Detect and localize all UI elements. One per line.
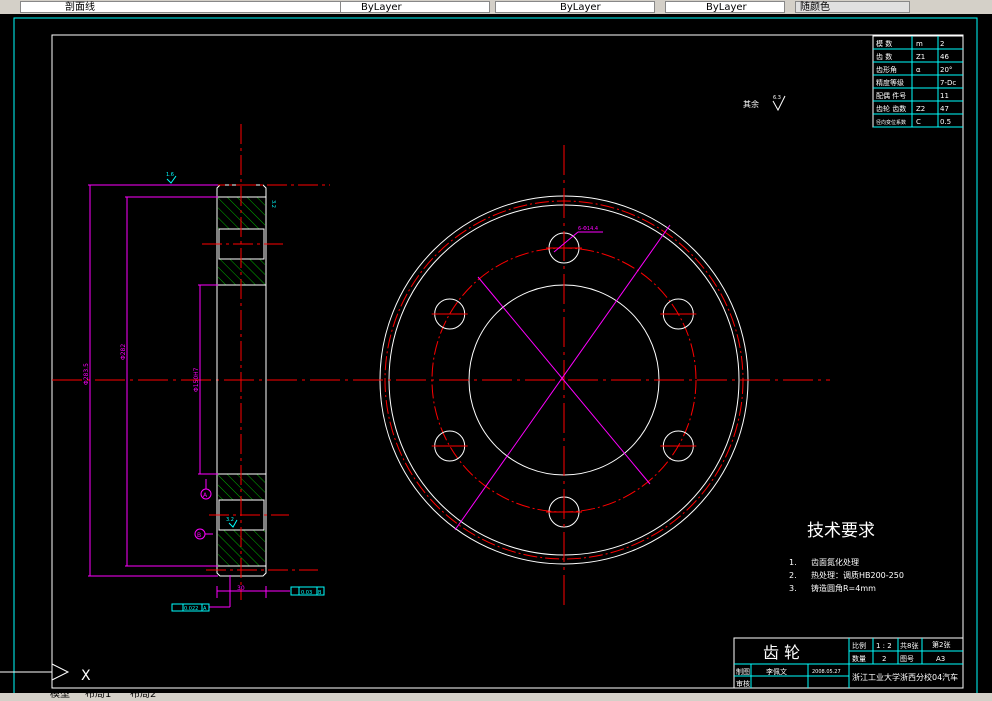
param-cell: 11 — [940, 92, 949, 100]
param-cell: 齿 数 — [876, 52, 892, 61]
param-cell: m — [916, 40, 923, 48]
runout-value: 0.022 — [184, 606, 198, 612]
ucs-icon — [0, 663, 70, 681]
toolbar: 剖面线 ByLayer ByLayer ByLayer 随颜色 — [0, 0, 992, 14]
tech-item-number: 2. — [789, 571, 797, 580]
drawn-label: 制图 — [736, 667, 750, 676]
param-cell: 配偶 件号 — [876, 91, 906, 100]
tech-item-number: 1. — [789, 558, 797, 567]
parallel-value: 0.03 — [301, 590, 312, 596]
top-roughness: 1.6 — [166, 172, 174, 178]
qty-value: 2 — [882, 655, 886, 663]
drawing-canvas[interactable]: 模 数 m 2 齿 数 Z1 46 齿形角 α 20° 精度等级 7-Dc 配偶 件号 11 齿轮 齿数 Z… — [0, 9, 992, 693]
qty-label: 数量 — [852, 654, 866, 663]
tech-item-text: 铸造圆角R=4mm — [811, 583, 876, 593]
param-cell: 47 — [940, 105, 949, 113]
layer-name: 剖面线 — [65, 2, 95, 13]
check-label: 审核 — [736, 679, 750, 688]
plotstyle-dropdown[interactable]: 随颜色 — [795, 1, 910, 13]
tech-item-text: 齿面氮化处理 — [811, 557, 859, 567]
parallel-ref: B — [318, 590, 322, 596]
tab-layout1[interactable]: 布局1 — [85, 693, 111, 701]
drawing-no-label: 图号 — [900, 655, 914, 663]
param-cell: 20° — [940, 66, 952, 74]
lineweight-dropdown[interactable]: ByLayer — [665, 1, 785, 13]
layout-tabs: 模型 布局1 布局2 — [0, 693, 992, 701]
outer-diameter-dim: Φ283.5 — [83, 363, 90, 385]
linetype-dropdown[interactable]: ByLayer — [495, 1, 655, 13]
drawn-date: 2008.05.27 — [812, 669, 841, 675]
ucs-x-label: X — [81, 668, 91, 684]
param-cell: 径向变位系数 — [876, 119, 906, 126]
key-roughness: 3.2 — [226, 517, 234, 523]
plotstyle-value: 随颜色 — [800, 2, 830, 13]
roughness-value: 6.3 — [773, 95, 781, 101]
tech-item-number: 3. — [789, 584, 797, 593]
scale-value: 1 : 2 — [876, 642, 892, 650]
tab-model[interactable]: 模型 — [50, 693, 70, 701]
tech-requirements-title: 技术要求 — [807, 521, 875, 541]
drawn-by: 李佩文 — [766, 667, 787, 676]
width-dim: 30 — [237, 585, 245, 592]
color-value: ByLayer — [361, 2, 402, 13]
side-roughness: 3.2 — [270, 200, 276, 208]
param-cell: C — [916, 118, 921, 126]
param-cell: 2 — [940, 40, 944, 48]
param-cell: 46 — [940, 53, 949, 61]
color-dropdown[interactable]: ByLayer — [340, 1, 490, 13]
part-name: 齿 轮 — [763, 643, 800, 662]
root-diameter-dim: Φ282 — [120, 344, 127, 360]
param-cell: 齿形角 — [876, 65, 897, 74]
param-cell: Z1 — [916, 53, 925, 61]
param-cell: 模 数 — [876, 39, 892, 48]
tech-item-text: 热处理：调质HB200-250 — [811, 570, 904, 580]
roughness-symbol-icon: 6.3 — [772, 95, 786, 112]
datum-a: A — [203, 492, 208, 499]
total-sheets: 共8张 — [900, 641, 918, 650]
datum-b: B — [197, 532, 201, 539]
other-roughness-label: 其余 — [743, 99, 759, 109]
linetype-value: ByLayer — [560, 2, 601, 13]
param-cell: 齿轮 齿数 — [876, 104, 906, 113]
drawing-no: A3 — [936, 655, 945, 663]
gear-section-view — [88, 124, 330, 608]
runout-ref: A — [203, 606, 207, 612]
param-cell: 精度等级 — [876, 78, 904, 87]
lineweight-value: ByLayer — [706, 2, 747, 13]
bore-diameter-dim: Φ150H7 — [193, 367, 200, 392]
tab-layout2[interactable]: 布局2 — [130, 693, 156, 701]
sheet-number: 第2张 — [932, 640, 950, 649]
hole-dimension: 6-Φ14.4 — [578, 226, 598, 232]
param-cell: 0.5 — [940, 118, 951, 126]
scale-label: 比例 — [852, 641, 866, 650]
param-cell: α — [916, 66, 921, 74]
param-cell: Z2 — [916, 105, 925, 113]
school-name: 浙江工业大学浙西分校04汽车 — [852, 672, 958, 682]
param-cell: 7-Dc — [940, 79, 956, 87]
gear-front-view — [52, 145, 830, 610]
